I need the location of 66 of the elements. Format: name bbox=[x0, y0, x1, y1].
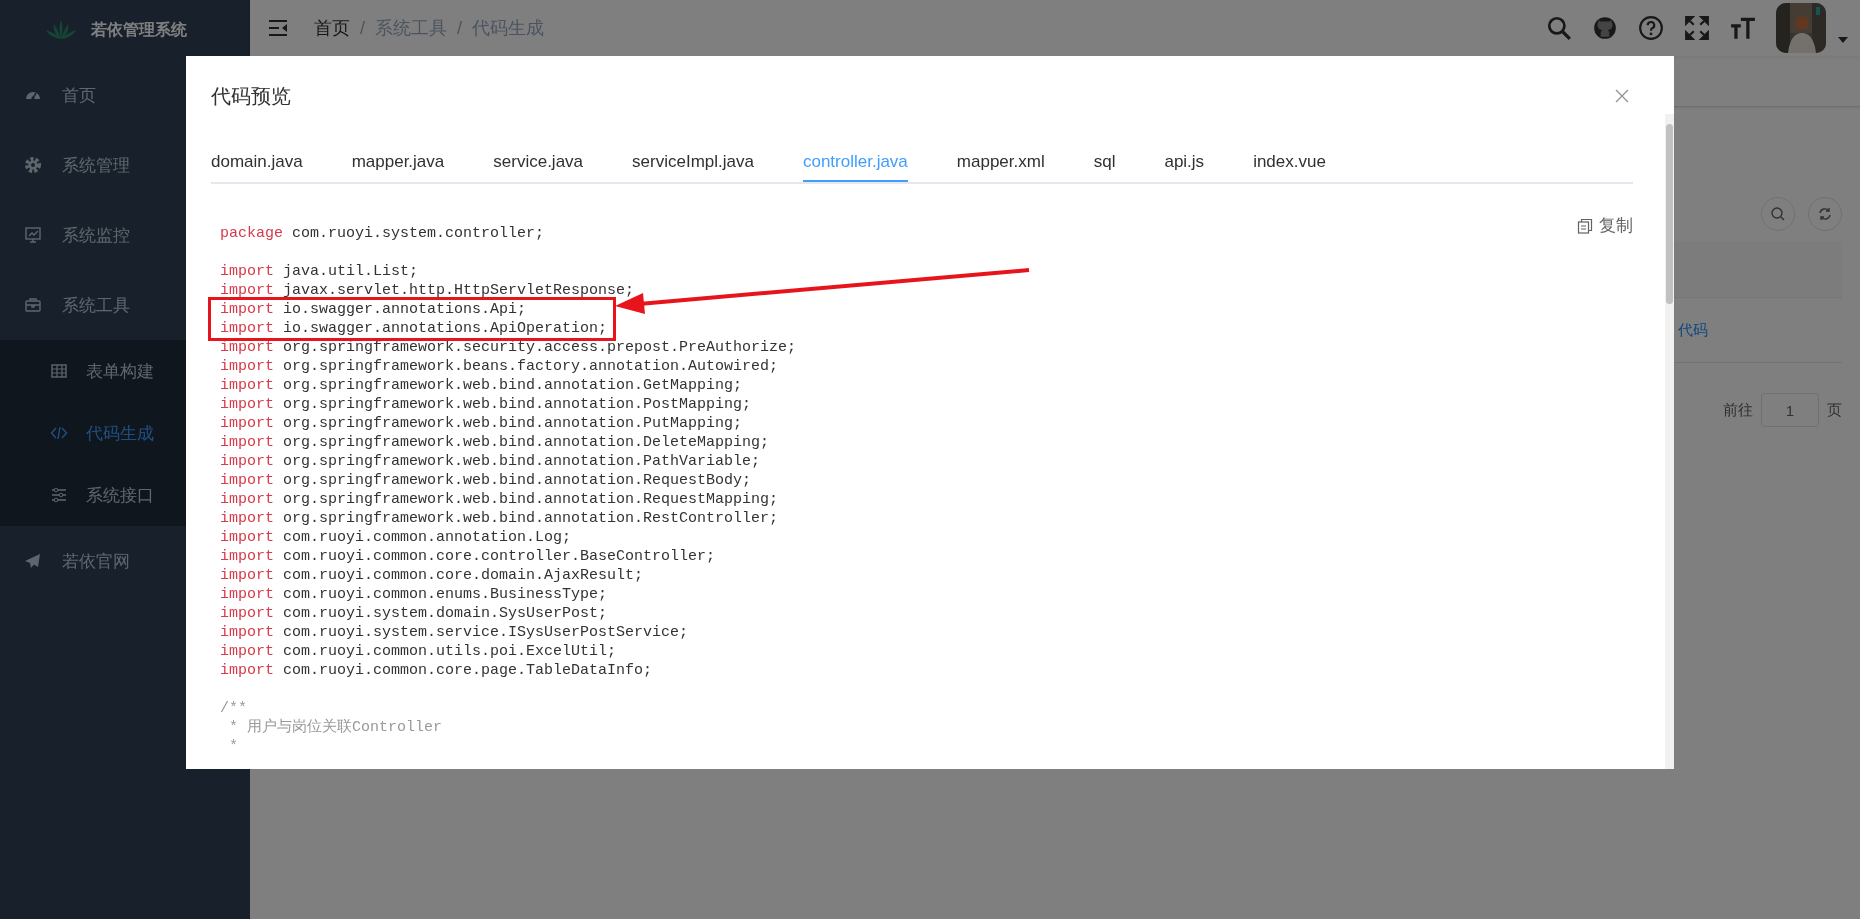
dialog-title: 代码预览 bbox=[211, 83, 291, 109]
code-line: import com.ruoyi.system.service.ISysUserPostService; bbox=[220, 623, 689, 642]
github-icon[interactable] bbox=[1592, 15, 1618, 41]
code-line: import org.springframework.web.bind.annotation.DeleteMapping; bbox=[220, 433, 770, 452]
code-line: import com.ruoyi.common.enums.BusinessType; bbox=[220, 585, 608, 604]
toolbox-icon bbox=[24, 296, 42, 314]
file-tab[interactable]: domain.java bbox=[211, 142, 328, 184]
refresh-button[interactable] bbox=[1808, 197, 1842, 231]
search-button[interactable] bbox=[1761, 197, 1795, 231]
code-line: import org.springframework.web.bind.annotation.RequestBody; bbox=[220, 471, 752, 490]
refresh-icon bbox=[1818, 207, 1832, 221]
text-size-icon[interactable] bbox=[1730, 15, 1756, 41]
breadcrumb-item[interactable]: 首页 bbox=[314, 16, 350, 40]
code-line: import com.ruoyi.common.annotation.Log; bbox=[220, 528, 572, 547]
code-line: import com.ruoyi.common.utils.poi.ExcelUtil; bbox=[220, 642, 617, 661]
close-icon[interactable] bbox=[1615, 89, 1629, 103]
code-line: import com.ruoyi.common.core.controller.BaseController; bbox=[220, 547, 716, 566]
sliders-icon bbox=[50, 486, 68, 504]
search-icon bbox=[1771, 207, 1785, 221]
caret-icon[interactable] bbox=[1838, 37, 1848, 43]
code-line: import org.springframework.web.bind.annotation.PutMapping; bbox=[220, 414, 743, 433]
code-line: import org.springframework.web.bind.annotation.PostMapping; bbox=[220, 395, 752, 414]
file-tab[interactable]: mapper.xml bbox=[932, 142, 1070, 184]
code-line: import javax.servlet.http.HttpServletResponse; bbox=[220, 281, 635, 300]
code-line: import org.springframework.web.bind.annotation.PathVariable; bbox=[220, 452, 761, 471]
code-icon bbox=[50, 424, 68, 442]
table-icon bbox=[50, 362, 68, 380]
code-line: import org.springframework.web.bind.annotation.GetMapping; bbox=[220, 376, 743, 395]
copy-icon bbox=[1577, 217, 1593, 234]
code-line: import com.ruoyi.system.domain.SysUserPost; bbox=[220, 604, 608, 623]
code-line: import com.ruoyi.common.core.domain.AjaxResult; bbox=[220, 566, 644, 585]
file-tab[interactable]: mapper.java bbox=[327, 142, 469, 184]
scrollbar[interactable] bbox=[1665, 114, 1674, 769]
code-line: import com.ruoyi.common.core.page.TableDataInfo; bbox=[220, 661, 653, 680]
code-line: import org.springframework.security.access.prepost.PreAuthorize; bbox=[220, 338, 797, 357]
goto-label: 前往 bbox=[1723, 400, 1753, 420]
search-icon[interactable] bbox=[1546, 15, 1572, 41]
help-icon[interactable] bbox=[1638, 15, 1664, 41]
gear-icon bbox=[24, 156, 42, 174]
file-tab[interactable]: service.java bbox=[468, 142, 608, 184]
file-tab[interactable]: index.vue bbox=[1228, 142, 1351, 184]
menu-icon[interactable] bbox=[268, 19, 288, 37]
app-title: 若依管理系统 bbox=[91, 19, 187, 40]
file-tab[interactable]: sql bbox=[1069, 142, 1140, 184]
code-line: import org.springframework.beans.factory.annotation.Autowired; bbox=[220, 357, 779, 376]
logo-icon bbox=[45, 19, 77, 41]
file-tab[interactable]: serviceImpl.java bbox=[607, 142, 779, 184]
page-input[interactable]: 1 bbox=[1761, 393, 1819, 427]
code-comment: * bbox=[228, 737, 238, 756]
code-line: package com.ruoyi.system.controller; bbox=[220, 224, 545, 243]
code-line: import java.util.List; bbox=[220, 262, 419, 281]
page-suffix: 页 bbox=[1827, 400, 1842, 420]
monitor-icon bbox=[24, 226, 42, 244]
breadcrumb-separator: / bbox=[360, 17, 365, 39]
code-line: import io.swagger.annotations.Api; bbox=[220, 300, 527, 319]
fullscreen-icon[interactable] bbox=[1684, 15, 1710, 41]
breadcrumb-separator: / bbox=[457, 17, 463, 39]
code-line: import io.swagger.annotations.ApiOperation; bbox=[220, 319, 608, 338]
paper-plane-icon bbox=[24, 552, 42, 570]
code-line: import org.springframework.web.bind.annotation.RequestMapping; bbox=[220, 490, 779, 509]
code-comment: /** bbox=[220, 699, 247, 718]
copy-button[interactable]: 复制 bbox=[1577, 214, 1633, 237]
code-comment: * 用户与岗位关联Controller bbox=[228, 718, 443, 737]
generate-code-link[interactable]: 代码 bbox=[1678, 320, 1708, 340]
file-tab[interactable]: api.js bbox=[1139, 142, 1229, 184]
code-line: import org.springframework.web.bind.annotation.RestController; bbox=[220, 509, 779, 528]
